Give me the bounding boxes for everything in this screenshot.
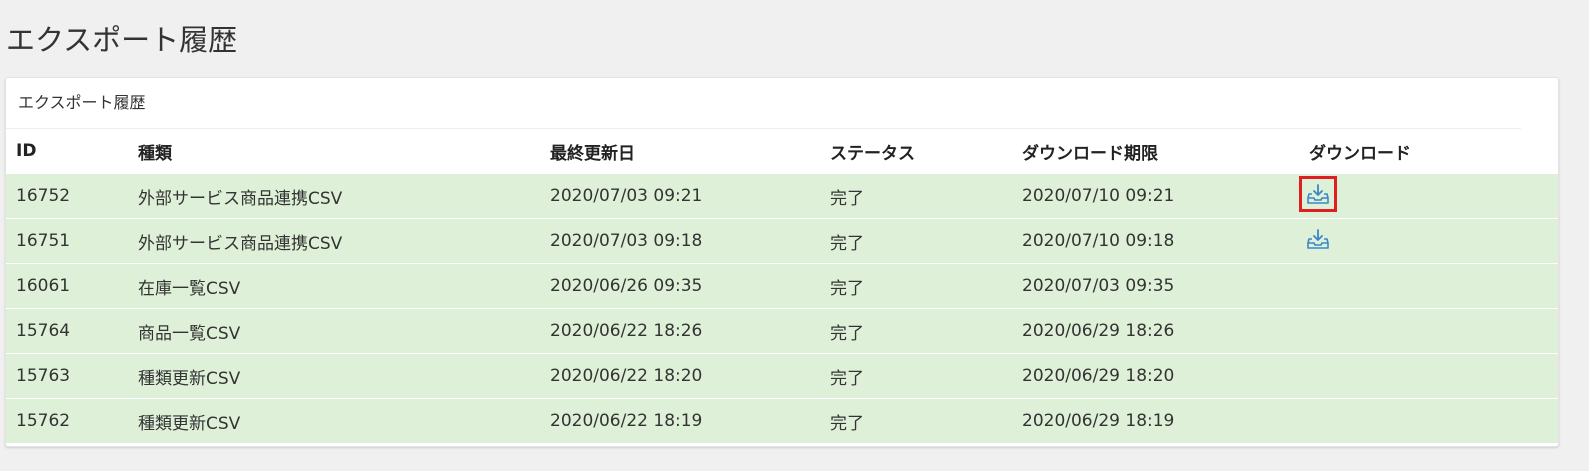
cell-updated: 2020/06/26 09:35 xyxy=(550,276,703,296)
cell-id: 15763 xyxy=(16,366,71,386)
cell-type: 種類更新CSV xyxy=(138,368,241,389)
cell-expiry: 2020/07/10 09:18 xyxy=(1022,231,1175,251)
cell-expiry: 2020/06/29 18:20 xyxy=(1022,366,1175,386)
export-history-table: ID 種類 最終更新日 ステータス ダウンロード期限 ダウンロード 16752 … xyxy=(6,129,1558,443)
download-button[interactable] xyxy=(1299,221,1337,257)
column-header-id: ID xyxy=(16,141,37,161)
cell-expiry: 2020/06/29 18:26 xyxy=(1022,321,1175,341)
cell-status: 完了 xyxy=(830,233,864,254)
column-header-type: 種類 xyxy=(138,143,172,164)
table-row: 15762 種類更新CSV 2020/06/22 18:19 完了 2020/0… xyxy=(6,398,1558,443)
cell-status: 完了 xyxy=(830,368,864,389)
table-row: 16751 外部サービス商品連携CSV 2020/07/03 09:18 完了 … xyxy=(6,218,1558,263)
download-tray-icon xyxy=(1307,229,1329,249)
cell-type: 在庫一覧CSV xyxy=(138,278,241,299)
download-tray-icon xyxy=(1307,184,1329,204)
cell-updated: 2020/06/22 18:20 xyxy=(550,366,703,386)
download-button[interactable] xyxy=(1299,176,1337,212)
cell-type: 外部サービス商品連携CSV xyxy=(138,188,343,209)
column-header-status: ステータス xyxy=(830,143,915,164)
table-header-row: ID 種類 最終更新日 ステータス ダウンロード期限 ダウンロード xyxy=(6,129,1558,173)
cell-status: 完了 xyxy=(830,323,864,344)
table-row: 15764 商品一覧CSV 2020/06/22 18:26 完了 2020/0… xyxy=(6,308,1558,353)
cell-updated: 2020/07/03 09:21 xyxy=(550,186,703,206)
column-header-updated: 最終更新日 xyxy=(550,143,635,164)
cell-id: 16751 xyxy=(16,231,71,251)
cell-updated: 2020/06/22 18:19 xyxy=(550,411,703,431)
cell-id: 15762 xyxy=(16,411,71,431)
cell-status: 完了 xyxy=(830,413,864,434)
cell-updated: 2020/07/03 09:18 xyxy=(550,231,703,251)
cell-type: 商品一覧CSV xyxy=(138,323,241,344)
page-title: エクスポート履歴 xyxy=(6,23,238,57)
cell-id: 16061 xyxy=(16,276,71,296)
cell-status: 完了 xyxy=(830,188,864,209)
cell-type: 外部サービス商品連携CSV xyxy=(138,233,343,254)
panel-heading: エクスポート履歴 xyxy=(18,93,146,112)
table-row: 16061 在庫一覧CSV 2020/06/26 09:35 完了 2020/0… xyxy=(6,263,1558,308)
table-row: 15763 種類更新CSV 2020/06/22 18:20 完了 2020/0… xyxy=(6,353,1558,398)
cell-id: 15764 xyxy=(16,321,71,341)
column-header-expiry: ダウンロード期限 xyxy=(1022,143,1158,164)
cell-expiry: 2020/06/29 18:19 xyxy=(1022,411,1175,431)
cell-expiry: 2020/07/03 09:35 xyxy=(1022,276,1175,296)
column-header-download: ダウンロード xyxy=(1309,143,1411,164)
cell-status: 完了 xyxy=(830,278,864,299)
cell-type: 種類更新CSV xyxy=(138,413,241,434)
export-history-panel: エクスポート履歴 ID 種類 最終更新日 ステータス ダウンロード期限 ダウンロ… xyxy=(5,77,1559,447)
table-row: 16752 外部サービス商品連携CSV 2020/07/03 09:21 完了 … xyxy=(6,173,1558,218)
cell-id: 16752 xyxy=(16,186,71,206)
cell-expiry: 2020/07/10 09:21 xyxy=(1022,186,1175,206)
cell-updated: 2020/06/22 18:26 xyxy=(550,321,703,341)
